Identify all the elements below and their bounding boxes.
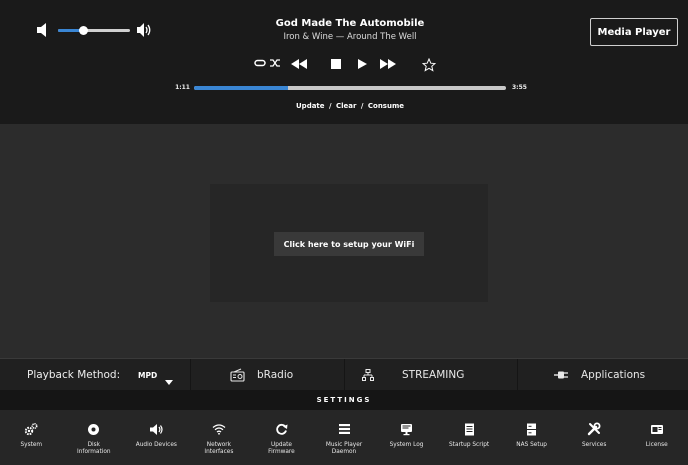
- queue-consume-link[interactable]: Consume: [367, 102, 405, 110]
- disk-icon: [87, 422, 100, 436]
- refresh-icon: [275, 422, 288, 436]
- main-content: Click here to setup your WiFi: [0, 124, 688, 358]
- track-title: God Made The Automobile: [275, 18, 425, 29]
- network-tree-icon: [362, 368, 374, 381]
- settings-tiles: System Disk Information Audio Devices Ne…: [0, 410, 688, 465]
- tile-label: Music Player Daemon: [325, 442, 363, 455]
- tile-label: Network Interfaces: [204, 442, 234, 455]
- settings-header: SETTINGS: [0, 390, 688, 410]
- settings-tile-nas-setup[interactable]: NAS Setup: [500, 410, 563, 465]
- total-time: 3:55: [512, 84, 527, 91]
- menu-icon: [338, 422, 351, 436]
- mode-streaming[interactable]: STREAMING: [362, 359, 464, 391]
- settings-tile-music-player-daemon[interactable]: Music Player Daemon: [313, 410, 376, 465]
- playback-method-label: Playback Method:: [27, 369, 121, 381]
- mode-label: STREAMING: [402, 369, 465, 381]
- player-header: God Made The Automobile Iron & Wine — Ar…: [0, 0, 688, 124]
- track-artist-album: Iron & Wine — Around The Well: [283, 32, 417, 42]
- transport-controls: [252, 58, 472, 74]
- tile-label: License: [645, 442, 668, 448]
- server-icon: [526, 422, 537, 436]
- volume-control: [36, 22, 166, 38]
- gears-icon: [24, 422, 38, 436]
- tile-label: Update Firmware: [268, 442, 295, 455]
- settings-tile-update-firmware[interactable]: Update Firmware: [250, 410, 313, 465]
- settings-tile-system[interactable]: System: [0, 410, 63, 465]
- settings-tile-disk-information[interactable]: Disk Information: [63, 410, 126, 465]
- license-card-icon: [650, 422, 664, 436]
- tile-label: Services: [581, 442, 607, 448]
- queue-separator: /: [360, 102, 364, 110]
- tile-label: NAS Setup: [516, 442, 547, 448]
- settings-tile-services[interactable]: Services: [563, 410, 626, 465]
- tile-label: Startup Script: [449, 442, 490, 448]
- settings-tile-license[interactable]: License: [625, 410, 688, 465]
- previous-icon[interactable]: [289, 58, 309, 70]
- radio-icon: [230, 368, 245, 382]
- shuffle-icon[interactable]: [269, 58, 281, 68]
- track-progress-bar[interactable]: [194, 86, 506, 90]
- speaker-icon: [149, 422, 163, 436]
- volume-down-icon[interactable]: [36, 22, 50, 38]
- settings-tile-network-interfaces[interactable]: Network Interfaces: [188, 410, 251, 465]
- favorite-star-icon[interactable]: [422, 58, 436, 72]
- tile-label: System Log: [389, 442, 424, 448]
- next-icon[interactable]: [378, 58, 398, 70]
- volume-slider[interactable]: [58, 26, 130, 35]
- wifi-icon: [212, 422, 226, 436]
- queue-actions: Update / Clear / Consume: [200, 102, 500, 110]
- mode-applications[interactable]: Applications: [553, 359, 645, 391]
- play-icon[interactable]: [356, 58, 368, 70]
- stop-icon[interactable]: [330, 58, 342, 70]
- mode-label: Applications: [581, 369, 646, 381]
- tile-label: Disk Information: [77, 442, 111, 455]
- tile-label: System: [20, 442, 43, 448]
- divider: [344, 359, 345, 391]
- tools-icon: [587, 422, 601, 436]
- settings-tile-startup-script[interactable]: Startup Script: [438, 410, 501, 465]
- wifi-setup-panel: Click here to setup your WiFi: [210, 184, 488, 302]
- divider: [517, 359, 518, 391]
- elapsed-time: 1:11: [175, 84, 190, 91]
- queue-clear-link[interactable]: Clear: [335, 102, 357, 110]
- settings-tile-system-log[interactable]: System Log: [375, 410, 438, 465]
- mode-bradio[interactable]: bRadio: [230, 359, 293, 391]
- repeat-icon[interactable]: [254, 58, 266, 68]
- mode-label: bRadio: [257, 369, 294, 381]
- queue-update-link[interactable]: Update: [295, 102, 326, 110]
- volume-slider-handle[interactable]: [79, 26, 89, 35]
- divider: [190, 359, 191, 391]
- caret-down-icon[interactable]: [164, 371, 174, 390]
- volume-up-icon[interactable]: [136, 22, 152, 38]
- playback-method-select[interactable]: MPD: [138, 371, 157, 380]
- plug-icon: [554, 371, 568, 379]
- settings-tile-audio-devices[interactable]: Audio Devices: [125, 410, 188, 465]
- media-player-button[interactable]: Media Player: [590, 18, 678, 46]
- tile-label: Audio Devices: [135, 442, 177, 448]
- monitor-icon: [400, 422, 413, 436]
- playback-bar: Playback Method: MPD bRadio STREAMING Ap…: [0, 358, 688, 391]
- wifi-setup-button[interactable]: Click here to setup your WiFi: [274, 232, 424, 256]
- track-progress-fill: [194, 86, 288, 90]
- document-icon: [464, 422, 475, 436]
- queue-separator: /: [328, 102, 332, 110]
